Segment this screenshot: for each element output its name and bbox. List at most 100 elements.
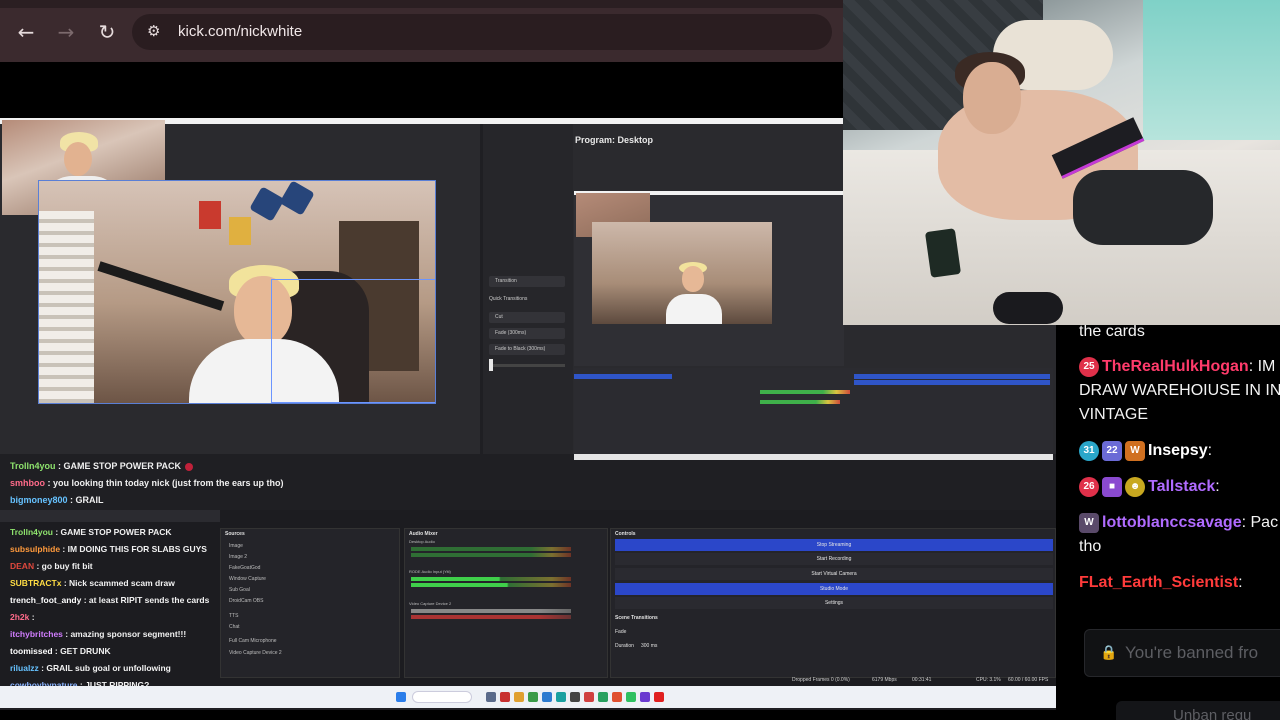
person-shorts xyxy=(1073,170,1213,245)
chat-message: smhboo : you looking thin today nick (ju… xyxy=(10,475,480,492)
source-item[interactable]: TTS xyxy=(229,613,238,619)
chat-username[interactable]: lottoblanccsavage xyxy=(1102,514,1242,531)
streamer-shirt xyxy=(666,294,722,324)
forward-arrow-icon[interactable]: → xyxy=(54,20,78,44)
obs-chat-source: Trolln4you : GAME STOP POWER PACK subsul… xyxy=(10,524,230,694)
taskbar-app-icon xyxy=(528,692,538,702)
source-item[interactable]: Window Capture xyxy=(229,576,266,582)
transition-select[interactable]: Transition xyxy=(489,276,565,287)
studio-mode-button[interactable]: Studio Mode xyxy=(615,583,1053,595)
chat-text: : amazing sponsor segment!!! xyxy=(62,629,187,639)
chat-text: : GRAIL sub goal or unfollowing xyxy=(38,663,171,673)
chat-message: Trolln4you : GAME STOP POWER PACK xyxy=(10,458,480,475)
transition-select[interactable]: Fade xyxy=(615,629,626,635)
start-recording-button[interactable]: Start Recording xyxy=(615,553,1053,565)
quick-transition-cut[interactable]: Cut xyxy=(489,312,565,323)
phone xyxy=(924,228,962,278)
chat-username[interactable]: Tallstack xyxy=(1148,478,1215,495)
source-item[interactable]: Chat xyxy=(229,624,240,630)
taskbar-app-icon xyxy=(654,692,664,702)
unban-request-label[interactable]: Unban requ xyxy=(1173,707,1251,720)
chat-username: smhboo xyxy=(10,478,45,488)
url-text[interactable]: kick.com/nickwhite xyxy=(178,23,302,40)
t-bar-handle[interactable] xyxy=(489,359,493,371)
program-obs-thumbnail xyxy=(574,368,1053,460)
chat-text: : xyxy=(29,612,35,622)
taskbar-app-icon xyxy=(556,692,566,702)
source-item[interactable]: FakeGoatGod xyxy=(229,565,260,571)
chat-message: SUBTRACTx : Nick scammed scam draw xyxy=(10,575,230,592)
gift-badge-icon: 22 xyxy=(1102,440,1122,461)
chat-text: : GRAIL xyxy=(67,495,104,505)
chat-text: : Nick scammed scam draw xyxy=(61,578,175,588)
chat-message: rilualzz : GRAIL sub goal or unfollowing xyxy=(10,660,230,677)
source-item[interactable]: Sub Goal xyxy=(229,587,250,593)
chat-username[interactable]: Insepsy xyxy=(1148,442,1208,459)
og-badge-icon: W xyxy=(1079,512,1099,533)
chat-text: : at least RIPIT sends the cards xyxy=(81,595,210,605)
quick-transition-fade[interactable]: Fade (300ms) xyxy=(489,328,565,339)
chat-message-continuation: tho xyxy=(1079,535,1101,559)
sources-dock: Sources Image Image 2 FakeGoatGod Window… xyxy=(220,528,400,678)
chat-message: DEAN : go buy fit bit xyxy=(10,558,230,575)
source-item[interactable]: Image xyxy=(229,543,243,549)
program-title: Program: Desktop xyxy=(575,135,654,145)
source-item[interactable]: Full Cam Microphone xyxy=(229,638,277,644)
source-item[interactable]: DroidCam OBS xyxy=(229,598,263,604)
chat-message: Trolln4you : GAME STOP POWER PACK xyxy=(10,524,230,541)
chat-text: the cards xyxy=(1079,325,1145,340)
stop-streaming-button[interactable]: Stop Streaming xyxy=(615,539,1053,551)
duration-value[interactable]: 300 ms xyxy=(641,643,657,649)
taskbar-app-icon xyxy=(626,692,636,702)
chat-username: 2h2k xyxy=(10,612,30,622)
quick-transition-fade-black[interactable]: Fade to Black (300ms) xyxy=(489,344,565,355)
chat-text: : you looking thin today nick (just from… xyxy=(45,478,284,488)
audio-mixer-dock: Audio Mixer Desktop Audio RODE Audio Inp… xyxy=(404,528,608,678)
chat-username[interactable]: FLat_Earth_Scientist xyxy=(1079,574,1238,591)
chat-message: itchybritches : amazing sponsor segment!… xyxy=(10,626,230,643)
quick-transitions-label: Quick Transitions xyxy=(489,296,528,302)
mic-arm xyxy=(97,261,225,311)
windows-start-icon xyxy=(396,692,406,702)
streamer-head xyxy=(64,142,92,176)
chat-message: the cards xyxy=(1079,325,1145,344)
wall-poster xyxy=(229,217,251,245)
back-arrow-icon[interactable]: ← xyxy=(14,20,38,44)
gift-badge-icon: ■ xyxy=(1102,476,1122,497)
t-bar-track[interactable] xyxy=(489,364,565,367)
duration-label: Duration xyxy=(615,643,634,649)
chat-text: : go buy fit bit xyxy=(34,561,93,571)
kick-chat-panel: the cards 25 TheRealHulkHogan: IM DRAW WA… xyxy=(1056,325,1280,720)
reload-icon[interactable]: ↻ xyxy=(95,20,119,44)
site-info-icon[interactable]: ⚙ xyxy=(147,22,165,42)
mixer-channel-label: RODE Audio Input (Yiti) xyxy=(409,569,451,574)
webcam-overlay xyxy=(843,0,1280,325)
wall-poster xyxy=(199,201,221,229)
chat-text: : IM DOING THIS FOR SLABS GUYS xyxy=(60,544,207,554)
gaming-mouse xyxy=(993,292,1063,324)
chat-message: trench_foot_andy : at least RIPIT sends … xyxy=(10,592,230,609)
mixer-channel-label: Video Capture Device 2 xyxy=(409,601,452,606)
audio-meter xyxy=(411,577,571,581)
chat-username: DEAN xyxy=(10,561,35,571)
wall-hexagon xyxy=(279,181,315,216)
mini-audio-meter xyxy=(760,390,850,394)
dropped-frames-status: Dropped Frames 0 (0.0%) xyxy=(792,677,850,683)
bitrate-status: 6179 Mbps xyxy=(872,677,897,683)
controls-dock: Controls Stop Streaming Start Recording … xyxy=(610,528,1056,678)
chat-text: tho xyxy=(1079,538,1102,555)
teal-wall xyxy=(1143,0,1280,140)
chat-message: FLat_Earth_Scientist: xyxy=(1079,571,1243,595)
start-virtual-camera-button[interactable]: Start Virtual Camera xyxy=(615,568,1053,580)
chat-username[interactable]: TheRealHulkHogan xyxy=(1102,358,1249,375)
cpu-status: CPU: 3.1% xyxy=(976,677,1001,683)
source-item[interactable]: Video Capture Device 2 xyxy=(229,650,282,656)
settings-button[interactable]: Settings xyxy=(615,597,1053,609)
chat-input-placeholder: You're banned fro xyxy=(1125,643,1259,662)
audio-mixer-title: Audio Mixer xyxy=(409,531,438,537)
chat-username: subsulphide xyxy=(10,544,61,554)
chat-text: VINTAGE xyxy=(1079,406,1149,423)
chat-text: : xyxy=(1215,478,1220,495)
source-item[interactable]: Image 2 xyxy=(229,554,247,560)
taskbar-app-icon xyxy=(570,692,580,702)
